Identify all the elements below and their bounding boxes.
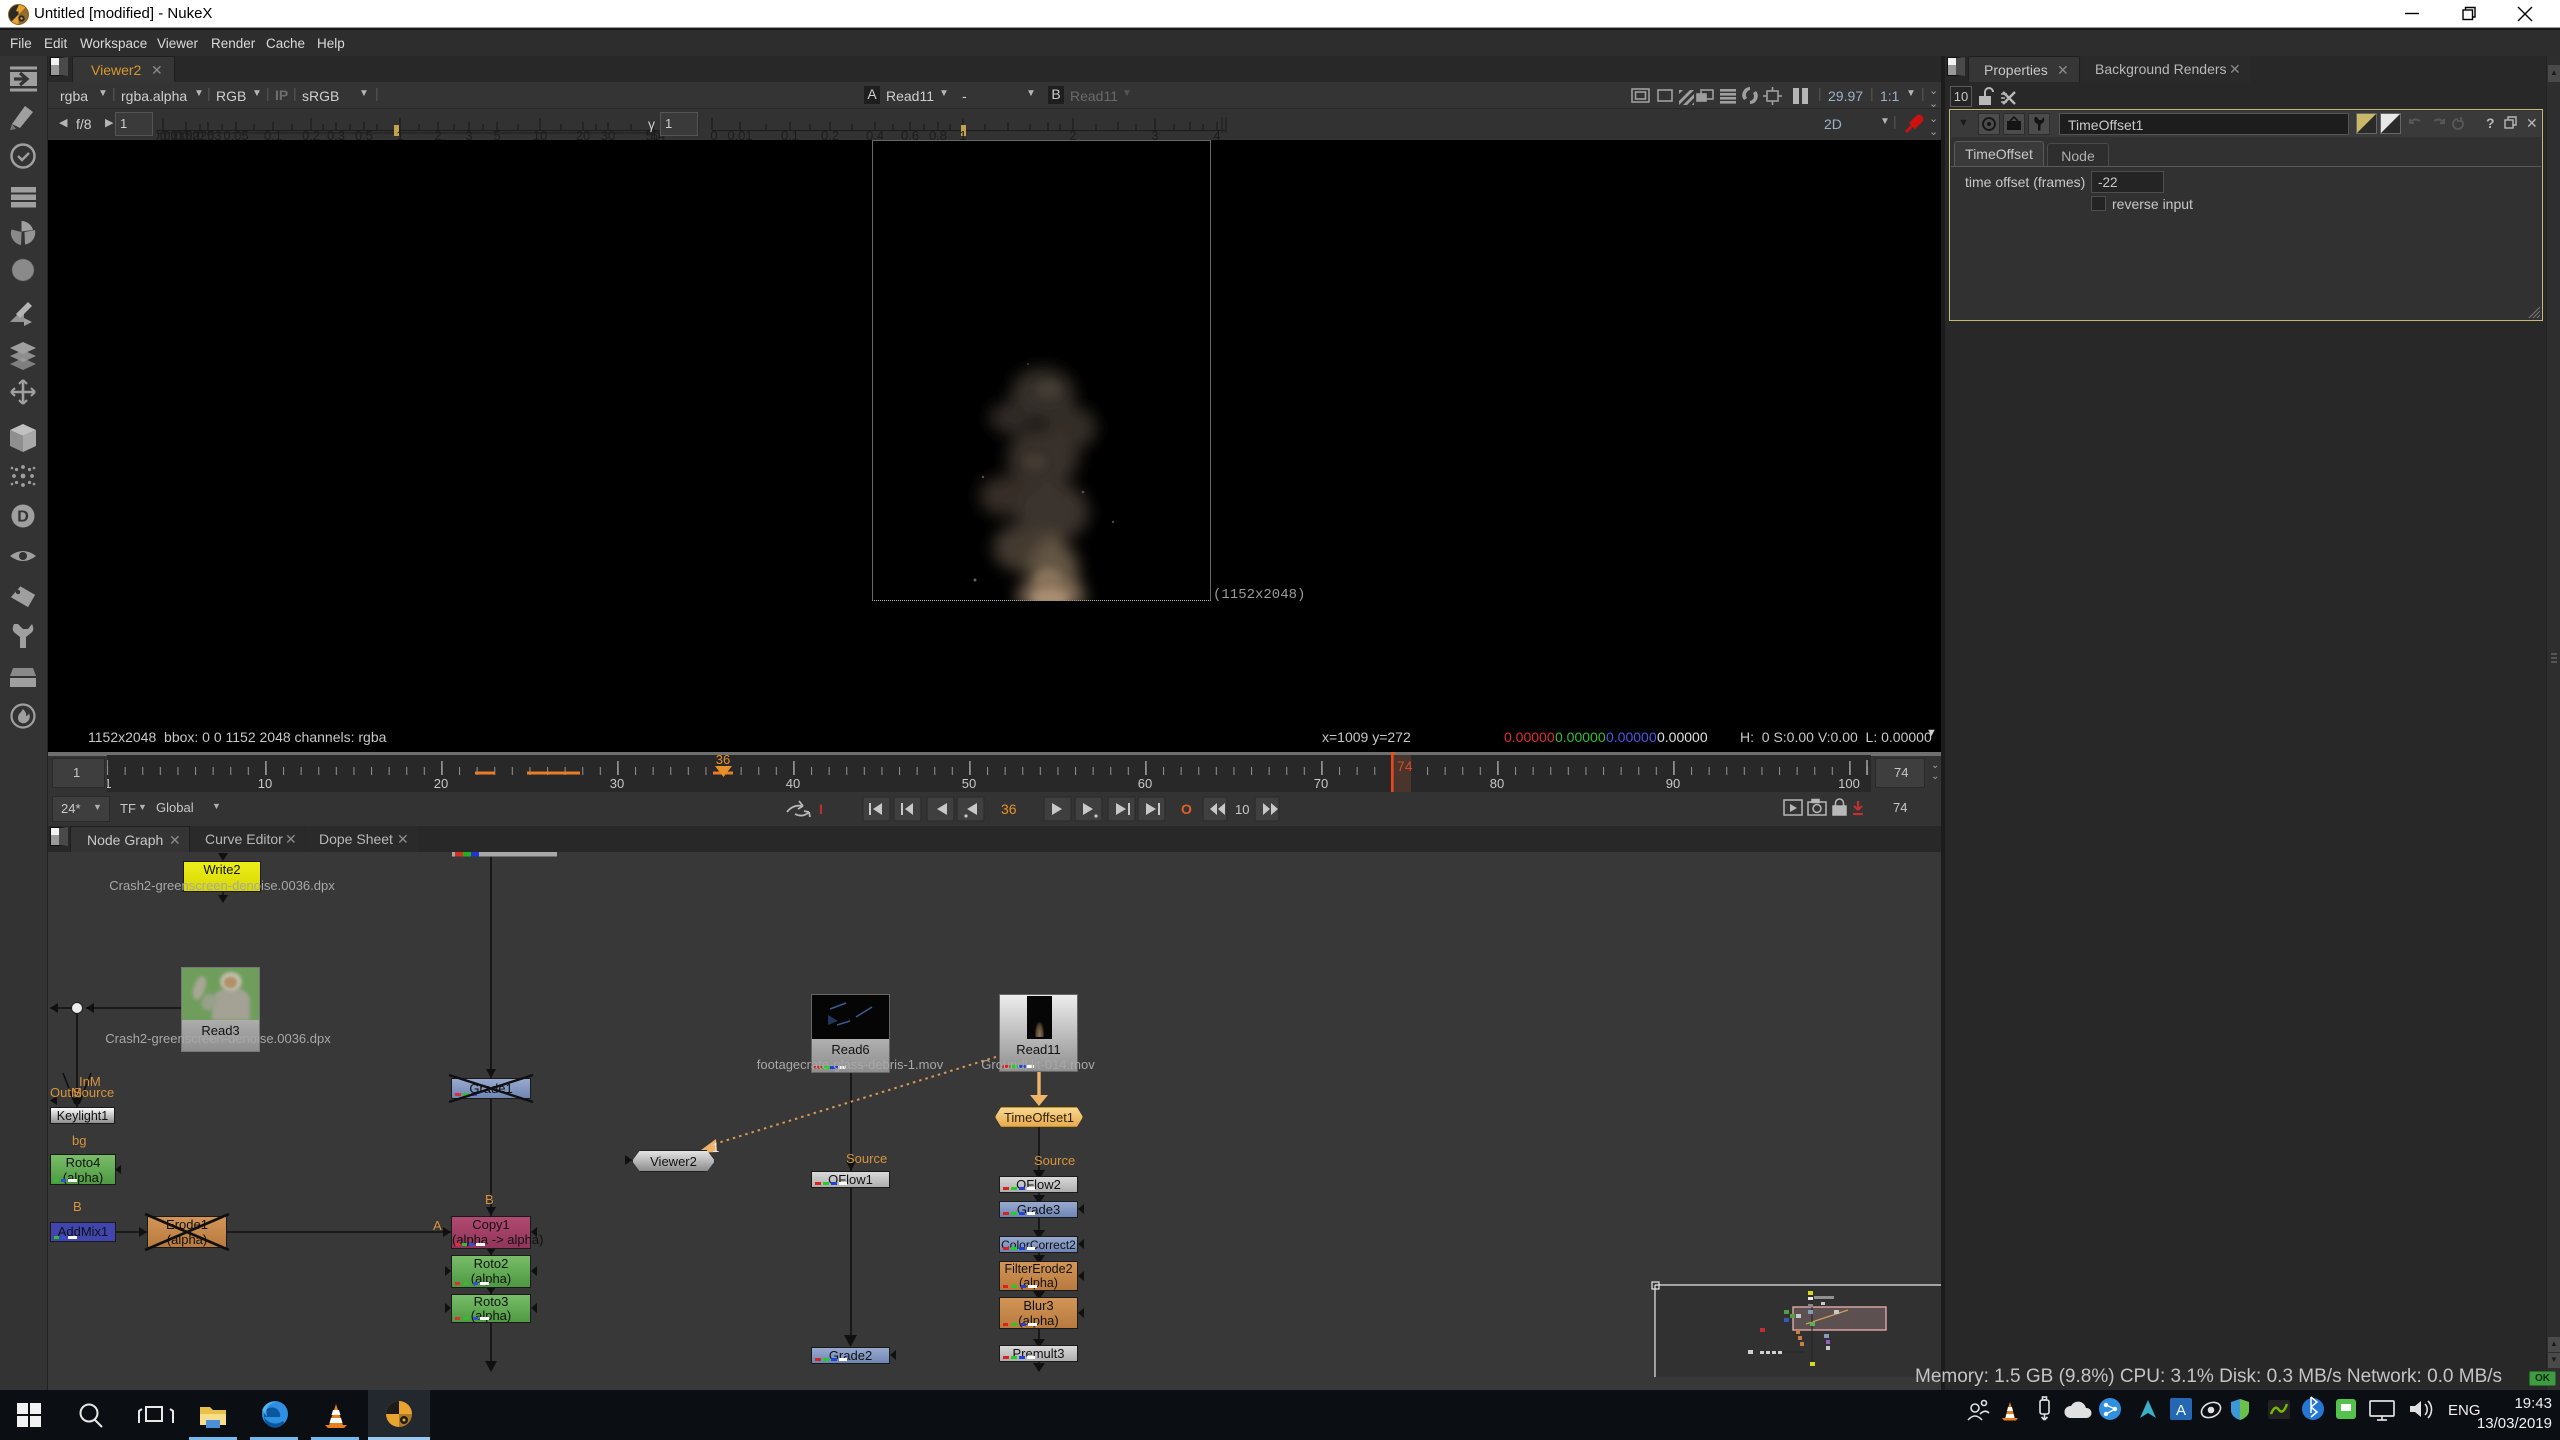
svg-text:36: 36 [716,755,730,767]
svg-text:30: 30 [601,128,615,140]
svg-text:3: 3 [1151,128,1158,140]
svg-text:0.05: 0.05 [223,128,248,140]
svg-text:20: 20 [576,128,590,140]
svg-text:A: A [2176,1402,2186,1419]
svg-text:0.3: 0.3 [327,128,345,140]
svg-text:0.4: 0.4 [866,128,884,140]
svg-text:2: 2 [1069,128,1076,140]
svg-text:1: 1 [959,128,966,140]
svg-text:10: 10 [1235,802,1249,817]
svg-text:20: 20 [434,776,448,791]
svg-text:D: D [17,509,29,526]
svg-text:10: 10 [533,128,547,140]
svg-text:10: 10 [258,776,272,791]
svg-text:O: O [1181,801,1192,817]
svg-text:36: 36 [1001,801,1017,817]
svg-text:0.03: 0.03 [196,128,221,140]
svg-text:0.1: 0.1 [264,128,282,140]
svg-text:0.1: 0.1 [781,128,799,140]
svg-text:50: 50 [962,776,976,791]
svg-text:60: 60 [1138,776,1152,791]
svg-text:74: 74 [1397,758,1413,774]
svg-text:1: 1 [396,128,403,140]
svg-text:0.5: 0.5 [355,128,373,140]
svg-text:0.2: 0.2 [302,128,320,140]
svg-text:0.8: 0.8 [929,128,947,140]
svg-text:80: 80 [1490,776,1504,791]
svg-text:0: 0 [710,128,717,140]
svg-text:30: 30 [610,776,624,791]
svg-text:I: I [819,801,823,817]
svg-text:40: 40 [786,776,800,791]
svg-text:100: 100 [1838,776,1860,791]
svg-text:1: 1 [107,776,112,791]
svg-text:70: 70 [1314,776,1328,791]
svg-text:5: 5 [493,128,500,140]
svg-text:0.6: 0.6 [901,128,919,140]
svg-text:2: 2 [434,128,441,140]
svg-text:90: 90 [1666,776,1680,791]
svg-text:0.01: 0.01 [727,128,752,140]
svg-text:3: 3 [465,128,472,140]
svg-text:0.2: 0.2 [821,128,839,140]
svg-text:4: 4 [1213,128,1220,140]
